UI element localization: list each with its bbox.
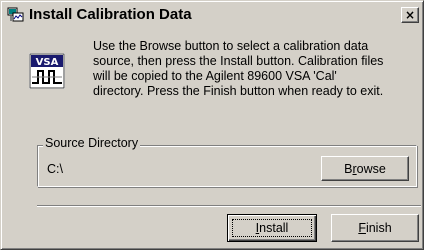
logo-text: VSA <box>36 57 59 68</box>
app-icon <box>7 7 25 23</box>
instruction-text: Use the Browse button to select a calibr… <box>93 39 384 98</box>
source-path-value: C:\ <box>47 162 63 176</box>
browse-button[interactable]: Browse <box>321 156 409 181</box>
close-button[interactable]: × <box>401 7 419 23</box>
vsa-logo-icon: VSA <box>29 53 65 89</box>
separator <box>37 205 421 207</box>
install-button[interactable]: Install <box>227 214 317 242</box>
window-title: Install Calibration Data <box>29 6 192 23</box>
finish-button[interactable]: Finish <box>331 214 419 242</box>
install-calibration-dialog: Install Calibration Data × VSA Use the B… <box>0 0 424 250</box>
title-bar[interactable]: Install Calibration Data × <box>3 3 421 27</box>
source-directory-label: Source Directory <box>43 135 141 151</box>
